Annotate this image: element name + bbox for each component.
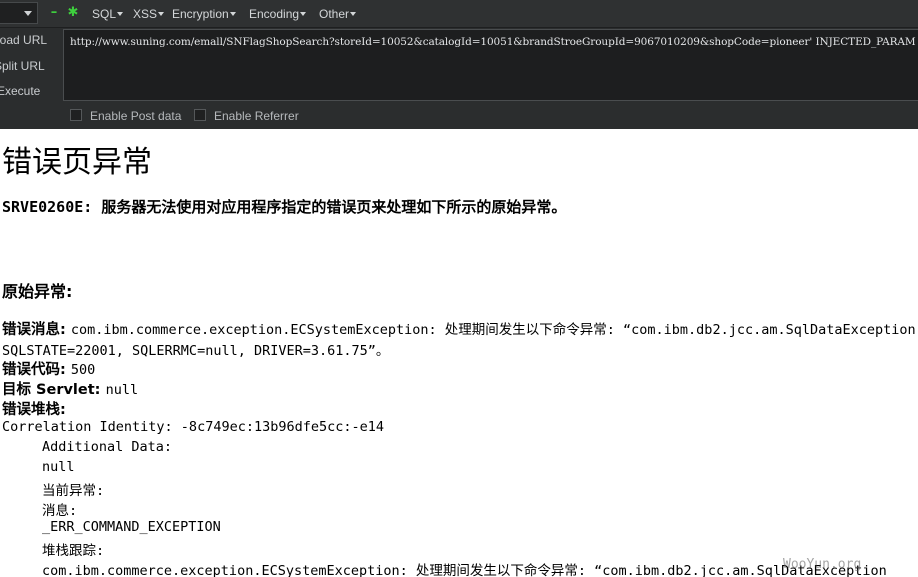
srve-message: SRVE0260E: 服务器无法使用对应用程序指定的错误页来处理如下所示的原始异…	[2, 198, 567, 216]
menu-xss[interactable]: XSS	[133, 6, 165, 22]
enable-post-label: Enable Post data	[90, 109, 182, 123]
execute-button[interactable]: Execute	[0, 81, 60, 101]
error-code-line: 错误代码: 500	[2, 358, 95, 379]
split-url-button[interactable]: Split URL	[0, 56, 60, 76]
enable-referrer-checkbox[interactable]: Enable Referrer	[194, 108, 299, 124]
error-message-value: com.ibm.commerce.exception.ECSystemExcep…	[70, 322, 916, 338]
menu-sql[interactable]: SQL	[92, 6, 124, 22]
hackbar-menu-row: – ✱ SQL XSS Encryption Encoding Other	[0, 0, 918, 28]
increase-icon[interactable]: ✱	[67, 6, 79, 20]
additional-data-label: Additional Data:	[42, 439, 173, 455]
decrease-icon[interactable]: –	[48, 6, 60, 20]
load-url-button[interactable]: Load URL	[0, 30, 60, 50]
hackbar-toolbar: – ✱ SQL XSS Encryption Encoding Other Lo…	[0, 0, 918, 129]
caret-icon	[117, 12, 124, 16]
error-message-cont: SQLSTATE=22001, SQLERRMC=null, DRIVER=3.…	[2, 343, 390, 359]
load-url-label: Load URL	[0, 33, 48, 47]
menu-encryption[interactable]: Encryption	[172, 6, 236, 22]
menu-other[interactable]: Other	[319, 6, 357, 22]
error-message-label: 错误消息:	[2, 322, 66, 338]
err-command-value: _ERR_COMMAND_EXCEPTION	[42, 519, 221, 535]
chevron-down-icon	[24, 11, 32, 16]
menu-other-label: Other	[319, 7, 350, 21]
target-servlet-label: 目标 Servlet:	[2, 382, 101, 398]
error-page: 错误页异常 SRVE0260E: 服务器无法使用对应用程序指定的错误页来处理如下…	[0, 129, 918, 577]
url-text: http://www.suning.com/emall/SNFlagShopSe…	[70, 36, 916, 48]
url-textarea[interactable]: http://www.suning.com/emall/SNFlagShopSe…	[63, 29, 918, 101]
checkbox-icon	[70, 109, 82, 121]
target-servlet-value: null	[105, 382, 139, 398]
page-title: 错误页异常	[2, 145, 152, 180]
caret-icon	[350, 12, 357, 16]
error-stack-label: 错误堆栈:	[2, 402, 66, 418]
hackbar-dropdown[interactable]	[0, 2, 38, 24]
checkbox-icon	[194, 109, 206, 121]
stack-trace-line: com.ibm.commerce.exception.ECSystemExcep…	[42, 563, 887, 577]
original-exception-heading: 原始异常:	[2, 282, 73, 301]
caret-icon	[300, 12, 307, 16]
caret-icon	[229, 12, 236, 16]
menu-encoding[interactable]: Encoding	[249, 6, 307, 22]
error-message-line: 错误消息: com.ibm.commerce.exception.ECSyste…	[2, 318, 916, 339]
split-url-label: Split URL	[0, 59, 45, 73]
caret-icon	[158, 12, 165, 16]
menu-encoding-label: Encoding	[249, 7, 300, 21]
enable-referrer-label: Enable Referrer	[214, 109, 299, 123]
watermark: WooYun.org	[783, 557, 862, 572]
additional-data-value: null	[42, 459, 75, 475]
execute-label: Execute	[0, 84, 41, 98]
current-exception-label: 当前异常:	[42, 483, 105, 499]
menu-sql-label: SQL	[92, 7, 117, 21]
target-servlet-line: 目标 Servlet: null	[2, 378, 138, 399]
message-label: 消息:	[42, 503, 78, 519]
correlation-identity: Correlation Identity: -8c749ec:13b96dfe5…	[2, 419, 385, 435]
error-code-value: 500	[70, 362, 96, 378]
menu-xss-label: XSS	[133, 7, 158, 21]
menu-encryption-label: Encryption	[172, 7, 229, 21]
enable-post-checkbox[interactable]: Enable Post data	[70, 108, 181, 124]
error-code-label: 错误代码:	[2, 362, 66, 378]
stack-trace-label: 堆栈跟踪:	[42, 543, 105, 559]
